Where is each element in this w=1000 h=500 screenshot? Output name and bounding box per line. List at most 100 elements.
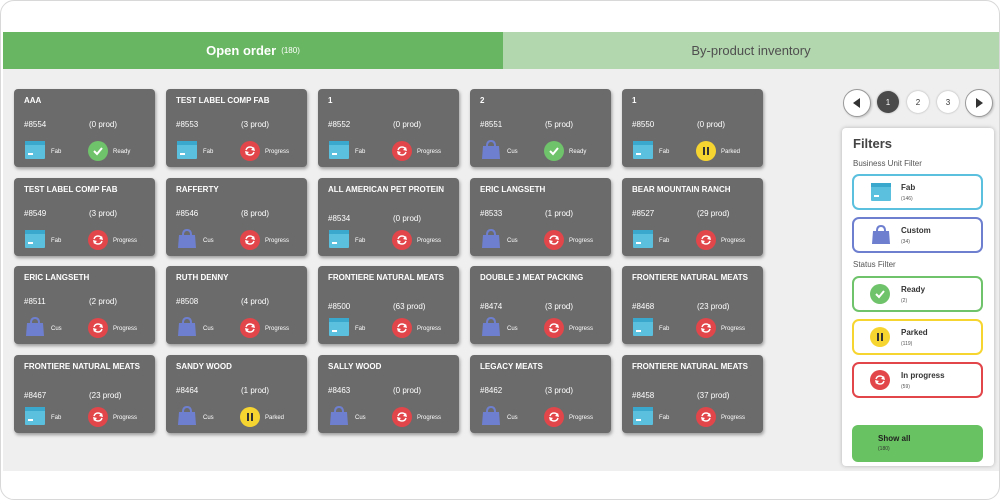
order-card[interactable]: TEST LABEL COMP FAB #8553 (3 prod) Fab Progr… (166, 89, 307, 167)
business-unit-label: Cus (203, 326, 214, 332)
business-unit-label: Cus (507, 238, 518, 244)
order-customer-name: 2 (480, 96, 485, 105)
order-id: #8549 (24, 209, 47, 218)
business-unit-label: Fab (51, 149, 62, 155)
status-label: Progress (113, 326, 138, 332)
box-icon (632, 228, 654, 250)
status-label: Progress (265, 149, 290, 155)
show-all-label: Show all (878, 434, 911, 443)
order-card[interactable]: FRONTIERE NATURAL MEATS #8458 (37 prod) Fab… (622, 355, 763, 433)
page-3-button[interactable]: 3 (937, 91, 959, 113)
order-id: #8533 (480, 209, 503, 218)
business-unit-label: Cus (203, 238, 214, 244)
order-card[interactable]: FRONTIERE NATURAL MEATS #8500 (63 prod) Fab… (318, 266, 459, 344)
order-card[interactable]: 1 #8550 (0 prod) Fab Parked (622, 89, 763, 167)
order-customer-name: FRONTIERE NATURAL MEATS (328, 273, 444, 282)
order-card[interactable]: FRONTIERE NATURAL MEATS #8467 (23 prod) Fab… (14, 355, 155, 433)
bag-icon (872, 224, 890, 244)
tab-open-order-label: Open order (206, 43, 277, 58)
filter-ready-label: Ready (901, 285, 926, 294)
bag-icon (480, 139, 502, 161)
order-id: #8467 (24, 391, 47, 400)
bag-icon (480, 228, 502, 250)
filter-in-progress-button[interactable]: In progress (59) (852, 362, 983, 398)
status-label: Ready (569, 149, 587, 155)
order-card[interactable]: RAFFERTY #8546 (8 prod) Cus Progress (166, 178, 307, 256)
filter-fab-button[interactable]: Fab (146) (852, 174, 983, 210)
refresh-icon (870, 370, 890, 390)
order-id: #8463 (328, 386, 351, 395)
status-label: Progress (721, 326, 746, 332)
refresh-icon (392, 230, 412, 250)
refresh-icon (392, 407, 412, 427)
filter-ready-count: (2) (901, 298, 908, 304)
order-card[interactable]: FRONTIERE NATURAL MEATS #8468 (23 prod) Fab… (622, 266, 763, 344)
order-card[interactable]: ERIC LANGSETH #8533 (1 prod) Cus Progress (470, 178, 611, 256)
filter-fab-label: Fab (901, 183, 916, 192)
show-all-button[interactable]: Show all (180) (852, 425, 983, 462)
pause-icon (240, 407, 260, 427)
order-customer-name: ALL AMERICAN PET PROTEIN (328, 185, 445, 194)
box-icon (632, 316, 654, 338)
page-1-button[interactable]: 1 (877, 91, 899, 113)
page-2-button[interactable]: 2 (907, 91, 929, 113)
order-id: #8500 (328, 302, 351, 311)
order-id: #8508 (176, 297, 199, 306)
order-card[interactable]: 1 #8552 (0 prod) Fab Progress (318, 89, 459, 167)
bag-icon (480, 316, 502, 338)
status-label: Ready (113, 149, 131, 155)
status-filter-label: Status Filter (853, 260, 896, 269)
tab-open-order[interactable]: Open order (180) (3, 32, 503, 81)
business-unit-label: Fab (51, 415, 62, 421)
refresh-icon (696, 318, 716, 338)
order-customer-name: FRONTIERE NATURAL MEATS (632, 362, 748, 371)
order-id: #8552 (328, 120, 351, 129)
box-icon (176, 139, 198, 161)
order-id: #8527 (632, 209, 655, 218)
refresh-icon (696, 230, 716, 250)
filter-ready-button[interactable]: Ready (2) (852, 276, 983, 312)
status-label: Progress (417, 238, 442, 244)
order-customer-name: RUTH DENNY (176, 273, 229, 282)
refresh-icon (696, 407, 716, 427)
filter-in-progress-count: (59) (901, 384, 910, 390)
status-label: Progress (569, 415, 594, 421)
order-product-count: (3 prod) (545, 302, 574, 311)
order-card[interactable]: SANDY WOOD #8464 (1 prod) Cus Parked (166, 355, 307, 433)
order-card[interactable]: RUTH DENNY #8508 (4 prod) Cus Progress (166, 266, 307, 344)
order-card[interactable]: 2 #8551 (5 prod) Cus Ready (470, 89, 611, 167)
bag-icon (176, 405, 198, 427)
order-card[interactable]: ALL AMERICAN PET PROTEIN #8534 (0 prod) Fab… (318, 178, 459, 256)
order-customer-name: ERIC LANGSETH (24, 273, 90, 282)
bag-icon (24, 316, 46, 338)
order-card[interactable]: TEST LABEL COMP FAB #8549 (3 prod) Fab Progr… (14, 178, 155, 256)
order-id: #8551 (480, 120, 503, 129)
order-id: #8458 (632, 391, 655, 400)
box-icon (328, 139, 350, 161)
order-card[interactable]: SALLY WOOD #8463 (0 prod) Cus Progress (318, 355, 459, 433)
tab-by-product-inventory[interactable]: By-product inventory (503, 32, 999, 69)
pause-icon (870, 327, 890, 347)
order-card[interactable]: DOUBLE J MEAT PACKING #8474 (3 prod) Cus Pro… (470, 266, 611, 344)
order-customer-name: BEAR MOUNTAIN RANCH (632, 185, 731, 194)
order-customer-name: RAFFERTY (176, 185, 219, 194)
filter-custom-button[interactable]: Custom (34) (852, 217, 983, 253)
box-icon (632, 139, 654, 161)
order-card[interactable]: aaa #8554 (0 prod) Fab Ready (14, 89, 155, 167)
tab-open-order-count: (180) (281, 46, 300, 55)
refresh-icon (88, 318, 108, 338)
order-customer-name: FRONTIERE NATURAL MEATS (632, 273, 748, 282)
order-product-count: (37 prod) (697, 391, 730, 400)
page-next-button[interactable] (965, 89, 993, 117)
order-card[interactable]: LEGACY MEATS #8462 (3 prod) Cus Progress (470, 355, 611, 433)
order-product-count: (3 prod) (545, 386, 574, 395)
order-id: #8534 (328, 214, 351, 223)
order-card[interactable]: BEAR MOUNTAIN RANCH #8527 (29 prod) Fab Prog… (622, 178, 763, 256)
order-id: #8554 (24, 120, 47, 129)
order-card[interactable]: ERIC LANGSETH #8511 (2 prod) Cus Progress (14, 266, 155, 344)
order-customer-name: LEGACY MEATS (480, 362, 543, 371)
page-prev-button[interactable] (843, 89, 871, 117)
tab-by-product-label: By-product inventory (691, 43, 811, 58)
filter-parked-button[interactable]: Parked (119) (852, 319, 983, 355)
order-product-count: (0 prod) (89, 120, 118, 129)
